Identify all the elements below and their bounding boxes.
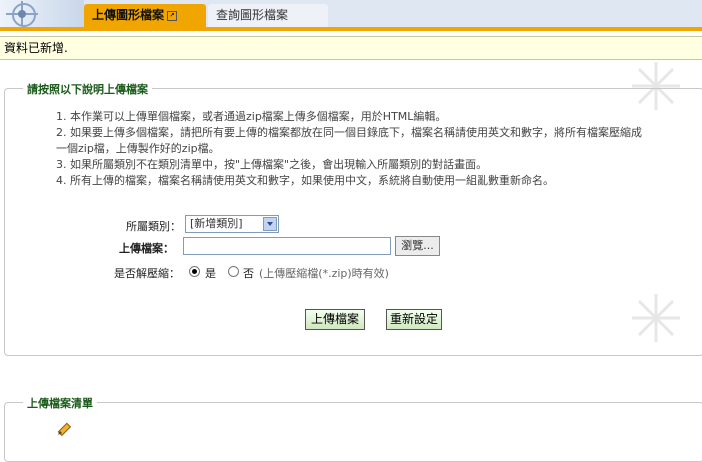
unzip-yes-radio[interactable] <box>189 266 200 277</box>
tab-upload-image[interactable]: 上傳圖形檔案 ↗ <box>84 4 206 27</box>
file-label: 上傳檔案： <box>119 242 174 255</box>
app-logo <box>0 0 84 27</box>
browse-button[interactable]: 瀏覽... <box>395 236 440 256</box>
tab-upload-label: 上傳圖形檔案 <box>92 8 165 22</box>
tab-query-image[interactable]: 查詢圖形檔案 <box>208 4 328 27</box>
instruction-item: 2. 如果要上傳多個檔案，請把所有要上傳的檔案都放在同一個目錄底下，檔案名稱請使… <box>56 126 642 139</box>
instructions-list: 1. 本作業可以上傳單個檔案，或者通過zip檔案上傳多個檔案，用於HTML編輯。… <box>56 109 696 189</box>
upload-submit-button[interactable]: 上傳檔案 <box>305 309 365 330</box>
unzip-yes-label: 是 <box>205 267 216 280</box>
upload-pencil-icon[interactable] <box>56 421 72 437</box>
category-select-value: [新增類別] <box>190 217 243 230</box>
upload-list-legend: 上傳檔案清單 <box>23 395 97 411</box>
tab-bar: 上傳圖形檔案 ↗ 查詢圖形檔案 <box>0 0 702 31</box>
unzip-note: (上傳壓縮檔(*.zip)時有效) <box>259 267 389 280</box>
reset-button[interactable]: 重新設定 <box>386 309 442 330</box>
unzip-no-label: 否 <box>243 267 254 280</box>
category-select[interactable]: [新增類別] <box>185 215 279 233</box>
upload-list-fieldset: 上傳檔案清單 <box>4 395 702 462</box>
upload-legend: 請按照以下說明上傳檔案 <box>23 81 152 97</box>
instruction-item: 1. 本作業可以上傳單個檔案，或者通過zip檔案上傳多個檔案，用於HTML編輯。 <box>56 110 447 123</box>
instruction-item: 3. 如果所屬類別不在類別清單中，按"上傳檔案"之後，會出現輸入所屬類別的對話畫… <box>56 158 488 171</box>
instruction-item: 一個zip檔，上傳製作好的zip檔。 <box>56 142 220 155</box>
instruction-item: 4. 所有上傳的檔案，檔案名稱請使用英文和數字，如果使用中文，系統將自動使用一組… <box>56 174 554 187</box>
status-message: 資料已新增. <box>0 36 702 60</box>
logo-dot <box>18 10 26 18</box>
tab-popout-icon[interactable]: ↗ <box>167 10 178 21</box>
category-label: 所屬類別： <box>126 220 181 233</box>
unzip-label: 是否解壓縮： <box>114 267 180 280</box>
chevron-down-icon[interactable] <box>263 217 277 231</box>
unzip-no-radio[interactable] <box>228 266 239 277</box>
file-path-input[interactable] <box>183 237 391 255</box>
